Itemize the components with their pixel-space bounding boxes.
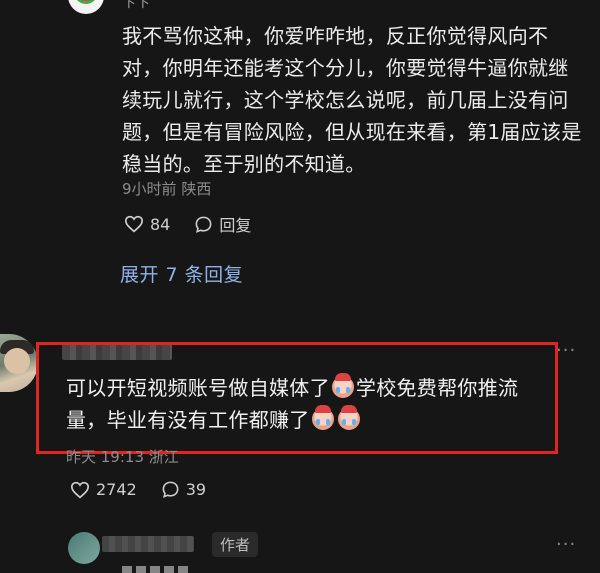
speech-bubble-icon [194, 215, 213, 234]
avatar[interactable] [68, 532, 100, 564]
avatar[interactable] [0, 334, 38, 392]
like-count: 84 [150, 214, 171, 234]
comment-author-name[interactable]: 卞卞 [122, 0, 150, 12]
more-options-icon[interactable]: ··· [556, 340, 576, 361]
comment-text-part1: 可以开短视频账号做自媒体了 [66, 376, 330, 400]
more-options-icon[interactable]: ··· [556, 534, 576, 555]
comment-thread: 卞卞 我不骂你这种，你爱咋咋地，反正你觉得风向不对，你明年还能考这个分儿，你要觉… [0, 0, 600, 573]
comment-actions: 84 回复 [124, 212, 275, 236]
comment-time: 9小时前 [122, 180, 177, 198]
comment-location: 浙江 [148, 448, 179, 466]
like-count: 2742 [96, 480, 137, 499]
like-button[interactable]: 2742 [70, 480, 137, 499]
crying-clown-emoji-icon [337, 405, 360, 430]
heart-outline-icon [124, 215, 144, 233]
comment-actions: 2742 39 [70, 480, 230, 499]
heart-outline-icon [70, 481, 90, 499]
reply-button[interactable]: 回复 [194, 212, 251, 236]
reply-count: 39 [185, 480, 207, 499]
comment-body: 可以开短视频账号做自媒体了 学校免费帮你推流量，毕业有没有工作都赚了 [66, 372, 546, 436]
avatar[interactable] [68, 0, 104, 14]
crying-clown-emoji-icon [331, 373, 354, 398]
reply-button[interactable]: 39 [161, 480, 206, 499]
like-button[interactable]: 84 [124, 215, 170, 234]
expand-replies-link[interactable]: 展开 7 条回复 [120, 260, 243, 287]
watermelon-icon [74, 0, 98, 4]
speech-bubble-icon [161, 480, 180, 499]
crying-clown-emoji-icon [311, 405, 334, 430]
cut-off-text [122, 566, 192, 573]
blurred-username[interactable] [102, 536, 194, 552]
comment-meta: 9小时前 陕西 [122, 178, 211, 199]
avatar-face [4, 348, 30, 374]
comment-location: 陕西 [181, 180, 212, 198]
reply-label: 回复 [219, 216, 252, 235]
comment-meta: 昨天 19:13 浙江 [66, 446, 179, 467]
author-badge: 作者 [212, 532, 259, 557]
comment-body: 我不骂你这种，你爱咋咋地，反正你觉得风向不对，你明年还能考这个分儿，你要觉得牛逼… [122, 24, 582, 176]
comment-time: 昨天 19:13 [66, 448, 144, 466]
